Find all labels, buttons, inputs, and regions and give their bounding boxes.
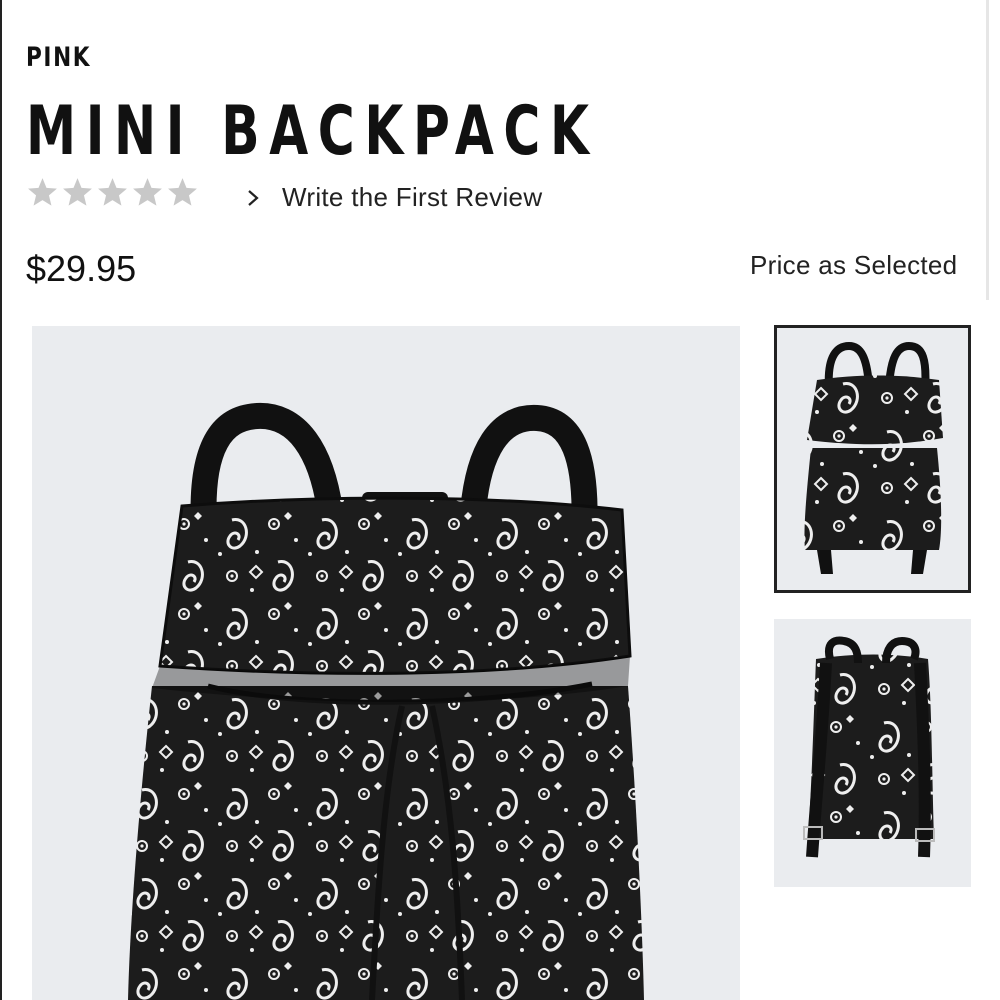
star-icon xyxy=(28,178,57,206)
rating-stars[interactable] xyxy=(26,176,199,209)
backpack-front-thumbnail xyxy=(804,341,943,574)
write-review-link[interactable]: Write the First Review xyxy=(246,182,542,213)
thumbnail-back[interactable] xyxy=(774,619,971,887)
write-review-label: Write the First Review xyxy=(282,182,543,212)
star-icon xyxy=(168,178,197,206)
product-title: MINI BACKPACK xyxy=(26,92,599,171)
star-icon xyxy=(133,178,162,206)
chevron-right-icon xyxy=(248,189,259,206)
backpack-front-image xyxy=(128,402,644,1000)
left-border xyxy=(0,0,2,1000)
brand-name[interactable]: PINK xyxy=(26,42,91,73)
thumbnail-front[interactable] xyxy=(774,325,971,593)
backpack-back-thumbnail xyxy=(803,636,935,858)
main-product-image[interactable] xyxy=(32,326,740,1000)
star-icon xyxy=(63,178,92,206)
price-note: Price as Selected xyxy=(750,250,958,280)
right-scroll-edge xyxy=(986,0,989,300)
star-icon xyxy=(98,178,127,206)
product-price: $29.95 xyxy=(26,248,137,289)
